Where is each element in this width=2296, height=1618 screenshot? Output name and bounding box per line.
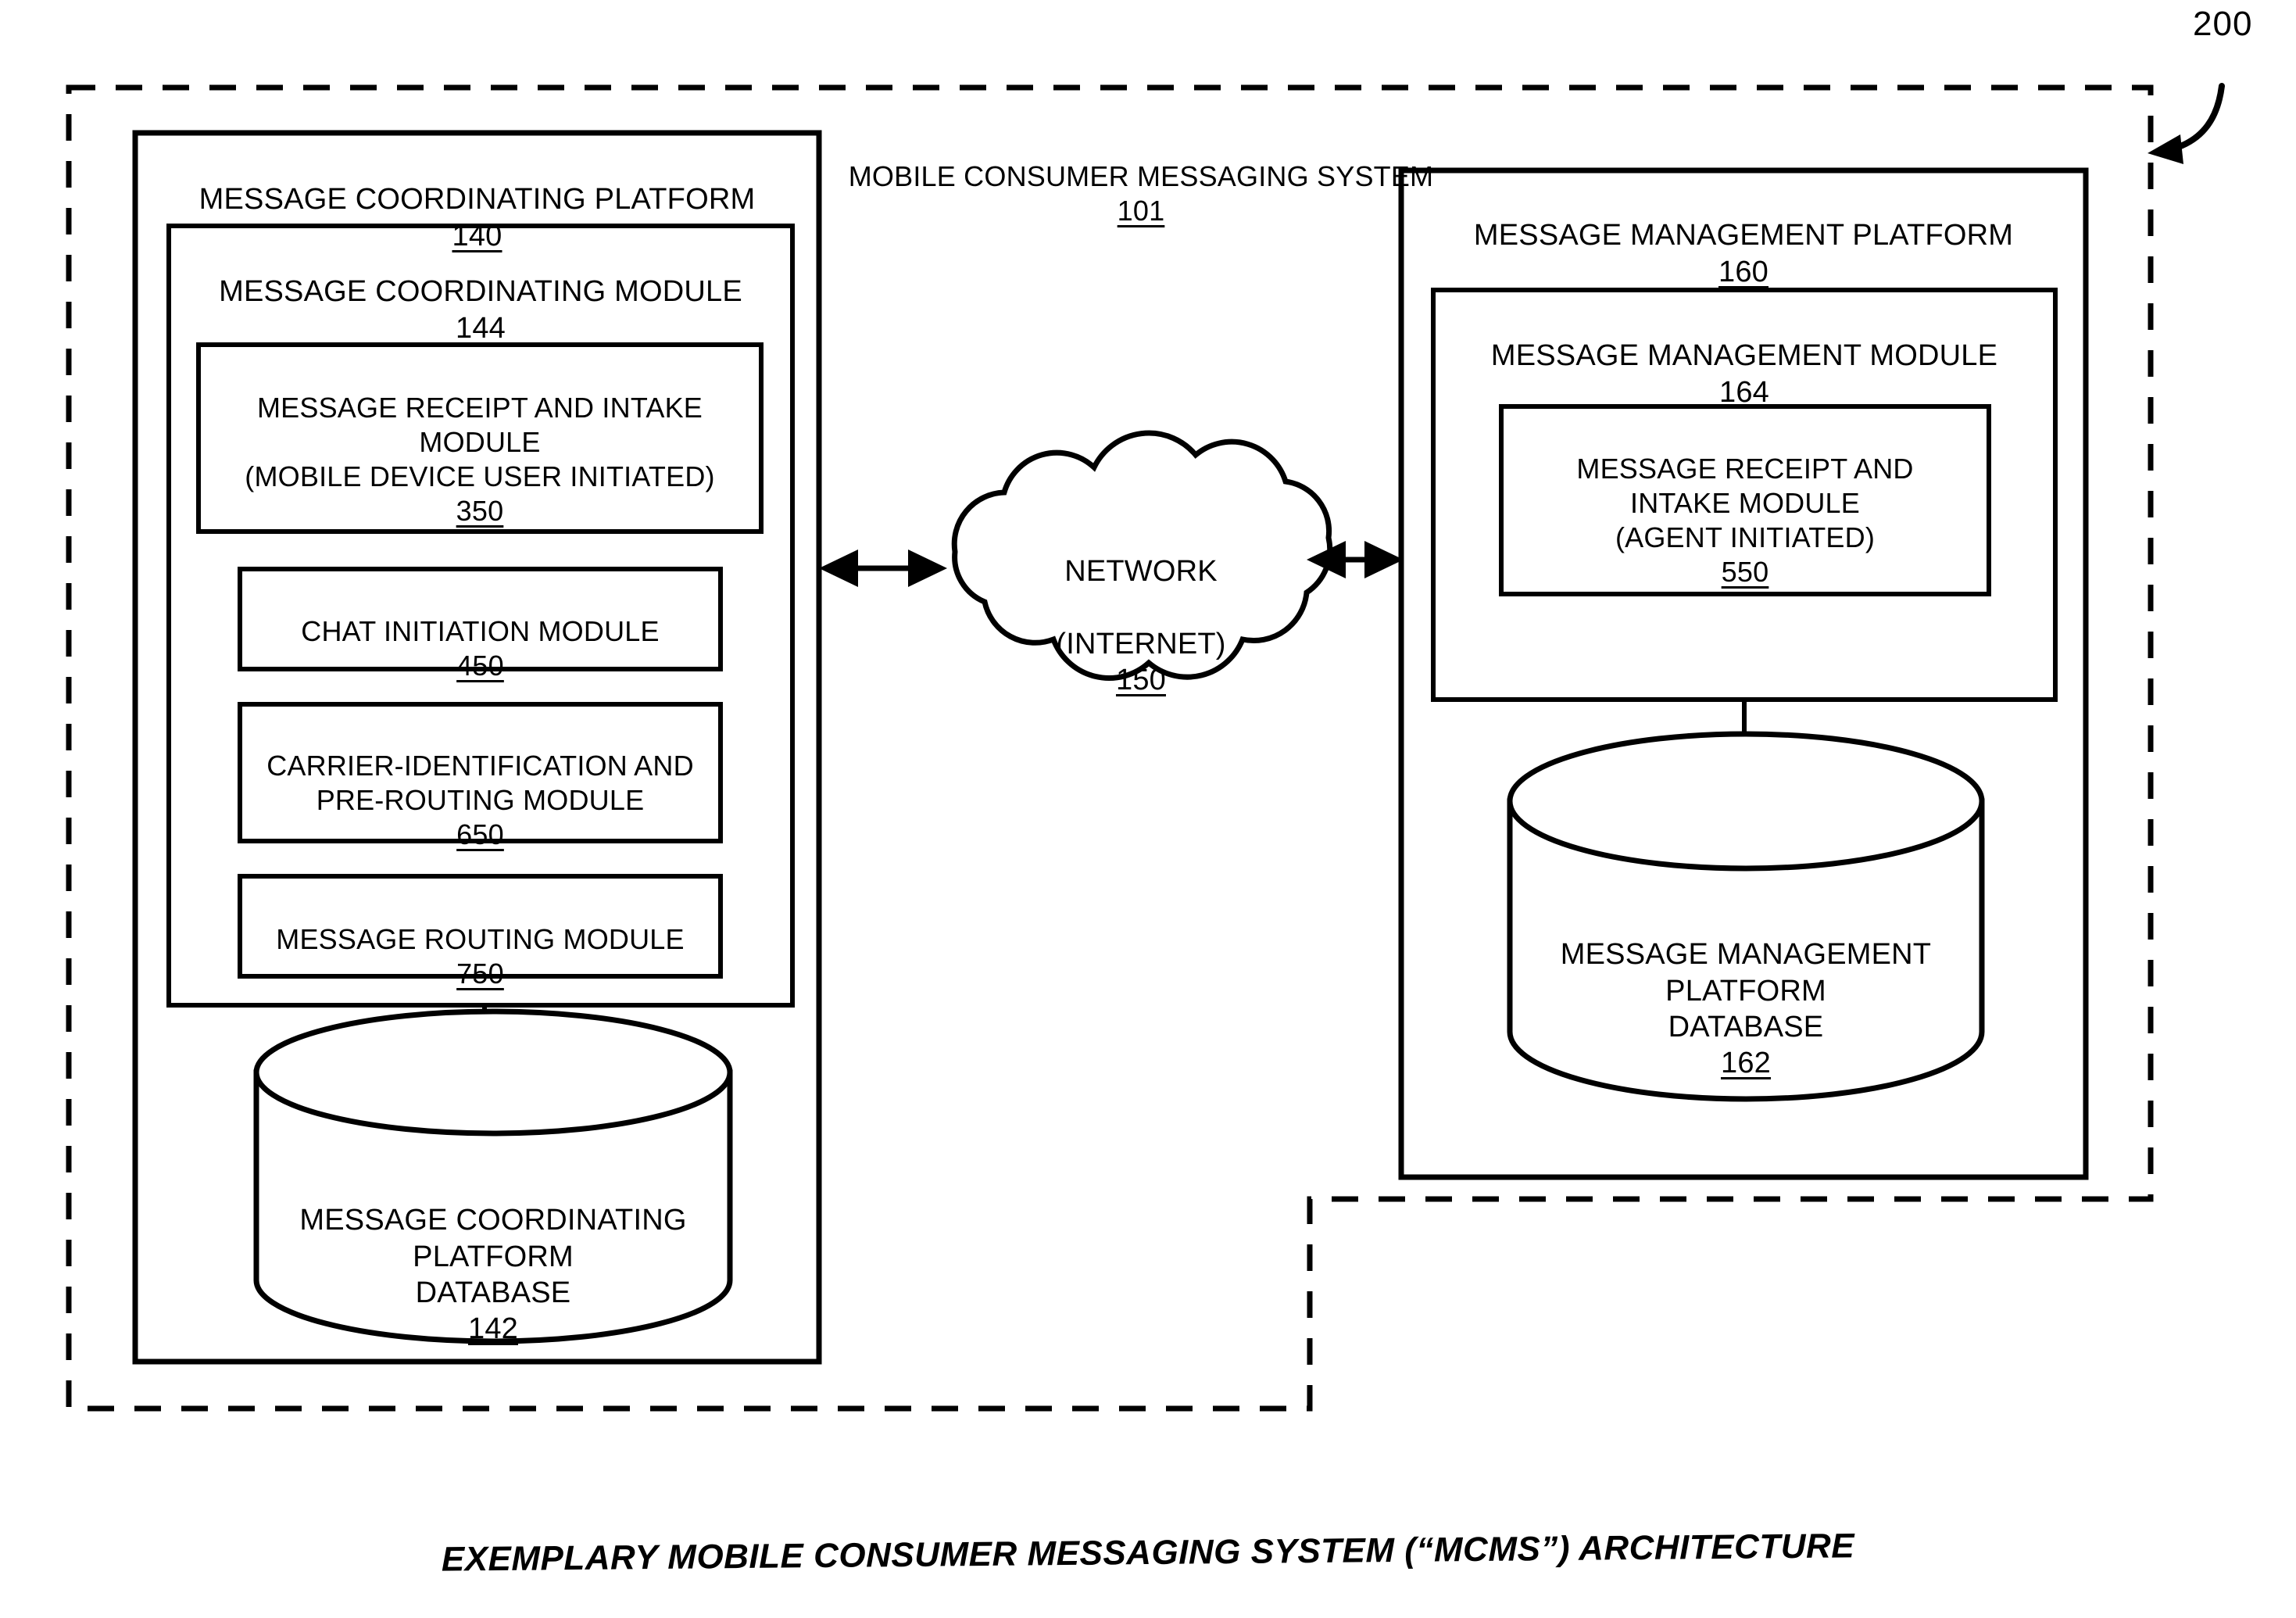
- reference-leader-arrow: [2171, 83, 2225, 152]
- submodule-650-numeral: 650: [456, 818, 504, 850]
- mcm-title-text: MESSAGE COORDINATING MODULE: [219, 275, 742, 309]
- submodule-350-title: MESSAGE RECEIPT AND INTAKE MODULE (MOBIL…: [245, 391, 715, 492]
- submodule-450-numeral: 450: [456, 649, 504, 682]
- figure-reference-numeral: 200: [2193, 5, 2253, 43]
- bidirectional-arrow-right: [1307, 541, 1404, 578]
- chat-initiation-module-450-label: CHAT INITIATION MODULE 450: [246, 580, 714, 718]
- network-line1: NETWORK: [1064, 555, 1218, 589]
- mcp-title-text: MESSAGE COORDINATING PLATFORM: [198, 183, 756, 217]
- bidirectional-arrow-left: [819, 549, 947, 587]
- message-receipt-intake-module-350-label: MESSAGE RECEIPT AND INTAKE MODULE (MOBIL…: [205, 356, 755, 562]
- mcp-db-numeral: 142: [467, 1312, 518, 1346]
- figure-canvas: 200 MOBILE CONSUMER MESSAGING SYSTEM 101…: [0, 0, 2296, 1618]
- mmp-db-title: MESSAGE MANAGEMENT PLATFORM DATABASE: [1560, 938, 1932, 1044]
- figure-caption: EXEMPLARY MOBILE CONSUMER MESSAGING SYST…: [441, 1527, 1855, 1579]
- submodule-350-numeral: 350: [456, 494, 504, 527]
- message-routing-module-750-label: MESSAGE ROUTING MODULE 750: [246, 888, 714, 1026]
- network-line2: (INTERNET): [1056, 628, 1226, 661]
- system-title: MOBILE CONSUMER MESSAGING SYSTEM 101: [828, 125, 1454, 263]
- submodule-750-numeral: 750: [456, 957, 504, 990]
- submodule-550-numeral: 550: [1721, 555, 1769, 588]
- system-numeral: 101: [1117, 194, 1165, 227]
- mmp-numeral: 160: [1718, 255, 1768, 288]
- submodule-650-title: CARRIER-IDENTIFICATION AND PRE-ROUTING M…: [266, 749, 694, 816]
- submodule-450-title: CHAT INITIATION MODULE: [301, 614, 660, 647]
- mmp-db-numeral: 162: [1720, 1047, 1771, 1080]
- message-coordinating-platform-database-label: MESSAGE COORDINATING PLATFORM DATABASE 1…: [266, 1166, 721, 1384]
- mcp-db-title: MESSAGE COORDINATING PLATFORM DATABASE: [299, 1204, 687, 1310]
- message-receipt-intake-module-550-label: MESSAGE RECEIPT AND INTAKE MODULE (AGENT…: [1508, 417, 1982, 623]
- network-cloud-label: NETWORK (INTERNET) 150: [977, 517, 1305, 735]
- reference-leader-arrowhead: [2148, 134, 2183, 164]
- carrier-identification-pre-routing-module-650-label: CARRIER-IDENTIFICATION AND PRE-ROUTING M…: [246, 714, 714, 886]
- mmp-title-text: MESSAGE MANAGEMENT PLATFORM: [1473, 219, 2014, 252]
- mmm-title-text: MESSAGE MANAGEMENT MODULE: [1490, 339, 1998, 373]
- system-title-text: MOBILE CONSUMER MESSAGING SYSTEM: [848, 159, 1434, 192]
- mcm-numeral: 144: [455, 311, 506, 345]
- mmm-numeral: 164: [1718, 375, 1769, 409]
- submodule-550-title: MESSAGE RECEIPT AND INTAKE MODULE (AGENT…: [1576, 452, 1914, 553]
- network-numeral: 150: [1115, 664, 1166, 697]
- submodule-750-title: MESSAGE ROUTING MODULE: [276, 922, 685, 955]
- message-management-platform-database-label: MESSAGE MANAGEMENT PLATFORM DATABASE 162: [1519, 900, 1972, 1118]
